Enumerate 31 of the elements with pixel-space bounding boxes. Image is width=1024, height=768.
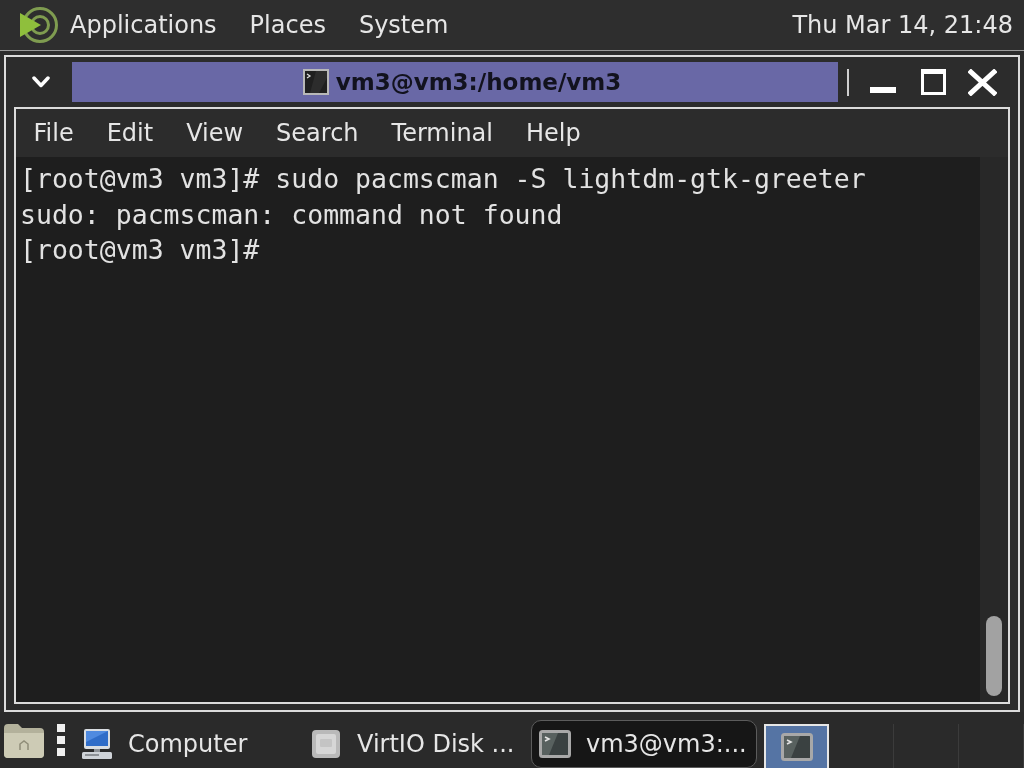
panel-menu[interactable]: Applications — [66, 5, 221, 45]
taskbar-button[interactable]: VirtIO Disk ... — [302, 720, 528, 768]
terminal-icon — [302, 69, 329, 95]
taskbar-button[interactable]: vm3@vm3:... — [531, 720, 757, 768]
computer-icon — [81, 728, 113, 760]
terminal-line: [root@vm3 vm3]# — [20, 233, 261, 267]
taskbar-button[interactable]: Computer — [73, 720, 299, 768]
menu-item[interactable]: Help — [509, 111, 598, 155]
window-title: vm3@vm3:/home/vm3 — [335, 69, 622, 95]
terminal-line: sudo: pacmscman: command not found — [20, 197, 564, 232]
panel-menu[interactable]: System — [354, 5, 453, 45]
menu-item[interactable]: View — [169, 111, 260, 155]
clock: Thu Mar 14, 21:48 — [792, 11, 1013, 39]
close-icon[interactable] — [968, 68, 997, 96]
window-thumbnail-icon — [780, 733, 813, 761]
scrollbar-track[interactable] — [980, 157, 1008, 702]
drive-icon — [312, 730, 340, 758]
terminal-icon — [539, 730, 571, 758]
title-bar[interactable]: vm3@vm3:/home/vm3 — [72, 62, 838, 102]
handle-icon[interactable] — [57, 724, 65, 756]
menu-item[interactable]: Terminal — [375, 111, 510, 155]
menu-item[interactable]: File — [17, 111, 91, 155]
panel-menu[interactable]: Places — [245, 5, 330, 45]
chevron-down-icon[interactable] — [32, 76, 50, 88]
menu-item[interactable]: Edit — [90, 111, 170, 155]
logo-icon — [18, 6, 58, 44]
terminal-line: [root@vm3 vm3]# sudo pacmscman -S lightdm-gtk-greeter — [20, 162, 867, 196]
folder-icon[interactable] — [4, 722, 44, 758]
scrollbar-thumb[interactable] — [986, 616, 1002, 696]
maximize-icon[interactable] — [921, 69, 946, 95]
menu-item[interactable]: Search — [259, 111, 376, 155]
